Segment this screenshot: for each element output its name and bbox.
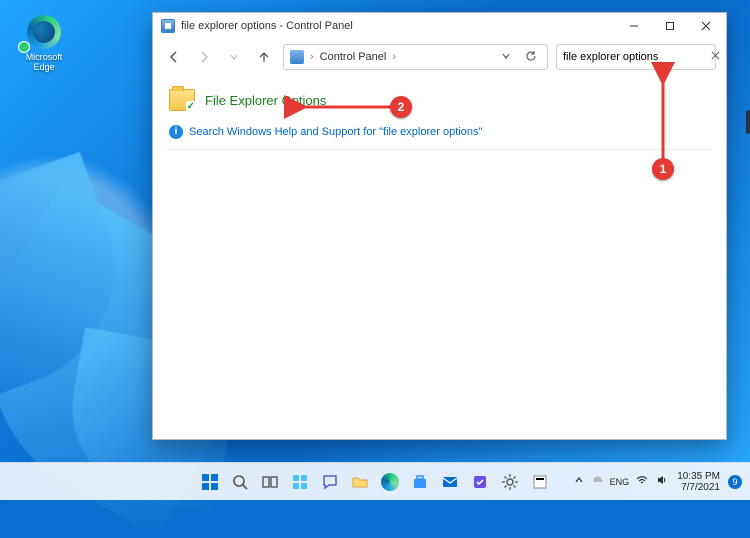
desktop-icon-label: Microsoft Edge: [20, 52, 68, 72]
notification-badge[interactable]: 9: [728, 475, 742, 489]
wifi-icon[interactable]: [635, 473, 649, 490]
language-indicator[interactable]: ENG: [610, 477, 630, 487]
chat-button[interactable]: [318, 470, 342, 494]
right-edge-mark: [746, 110, 750, 134]
start-button[interactable]: [198, 470, 222, 494]
edge-icon: [27, 15, 61, 49]
maximize-button[interactable]: [652, 13, 688, 39]
onedrive-icon[interactable]: [590, 473, 604, 490]
date-label: 7/7/2021: [677, 482, 720, 493]
breadcrumb-root[interactable]: Control Panel: [320, 51, 387, 63]
search-input[interactable]: [563, 51, 705, 63]
nav-toolbar: › Control Panel ›: [153, 39, 726, 75]
task-view-button[interactable]: [258, 470, 282, 494]
store-button[interactable]: [408, 470, 432, 494]
explorer-button[interactable]: [348, 470, 372, 494]
running-app-button[interactable]: [528, 470, 552, 494]
titlebar[interactable]: file explorer options - Control Panel: [153, 13, 726, 39]
mail-button[interactable]: [438, 470, 462, 494]
back-button[interactable]: [163, 46, 185, 68]
settings-button[interactable]: [498, 470, 522, 494]
widgets-button[interactable]: [288, 470, 312, 494]
chevron-right-icon[interactable]: ›: [310, 51, 314, 63]
tray-overflow[interactable]: [574, 475, 584, 488]
taskbar-center: [198, 470, 552, 494]
address-dropdown[interactable]: [497, 51, 515, 64]
result-link[interactable]: File Explorer Options: [205, 93, 326, 108]
up-button[interactable]: [253, 46, 275, 68]
window-title: file explorer options - Control Panel: [181, 20, 353, 32]
taskbar[interactable]: ENG 10:35 PM 7/7/2021 9: [0, 462, 750, 500]
chevron-right-icon[interactable]: ›: [392, 51, 396, 63]
result-file-explorer-options[interactable]: File Explorer Options: [167, 83, 712, 117]
control-panel-icon: [290, 50, 304, 64]
control-panel-icon: [161, 19, 175, 33]
sync-ok-badge: [18, 41, 30, 53]
desktop-icon-edge[interactable]: Microsoft Edge: [20, 15, 68, 72]
todo-button[interactable]: [468, 470, 492, 494]
recent-dropdown[interactable]: [223, 46, 245, 68]
forward-button[interactable]: [193, 46, 215, 68]
search-button[interactable]: [228, 470, 252, 494]
taskbar-tray: ENG 10:35 PM 7/7/2021 9: [574, 471, 742, 493]
search-box[interactable]: [556, 44, 716, 70]
clock[interactable]: 10:35 PM 7/7/2021: [677, 471, 720, 493]
time-label: 10:35 PM: [677, 471, 720, 482]
help-link[interactable]: Search Windows Help and Support for "fil…: [189, 126, 482, 138]
clear-search-button[interactable]: [705, 51, 720, 63]
volume-icon[interactable]: [655, 473, 669, 490]
close-button[interactable]: [688, 13, 724, 39]
refresh-button[interactable]: [521, 50, 541, 65]
help-search-row[interactable]: i Search Windows Help and Support for "f…: [167, 117, 712, 150]
info-icon: i: [169, 125, 183, 139]
edge-button[interactable]: [378, 470, 402, 494]
address-bar[interactable]: › Control Panel ›: [283, 44, 548, 70]
control-panel-window: file explorer options - Control Panel › …: [152, 12, 727, 440]
minimize-button[interactable]: [616, 13, 652, 39]
folder-options-icon: [169, 89, 195, 111]
results-area: File Explorer Options i Search Windows H…: [153, 75, 726, 439]
